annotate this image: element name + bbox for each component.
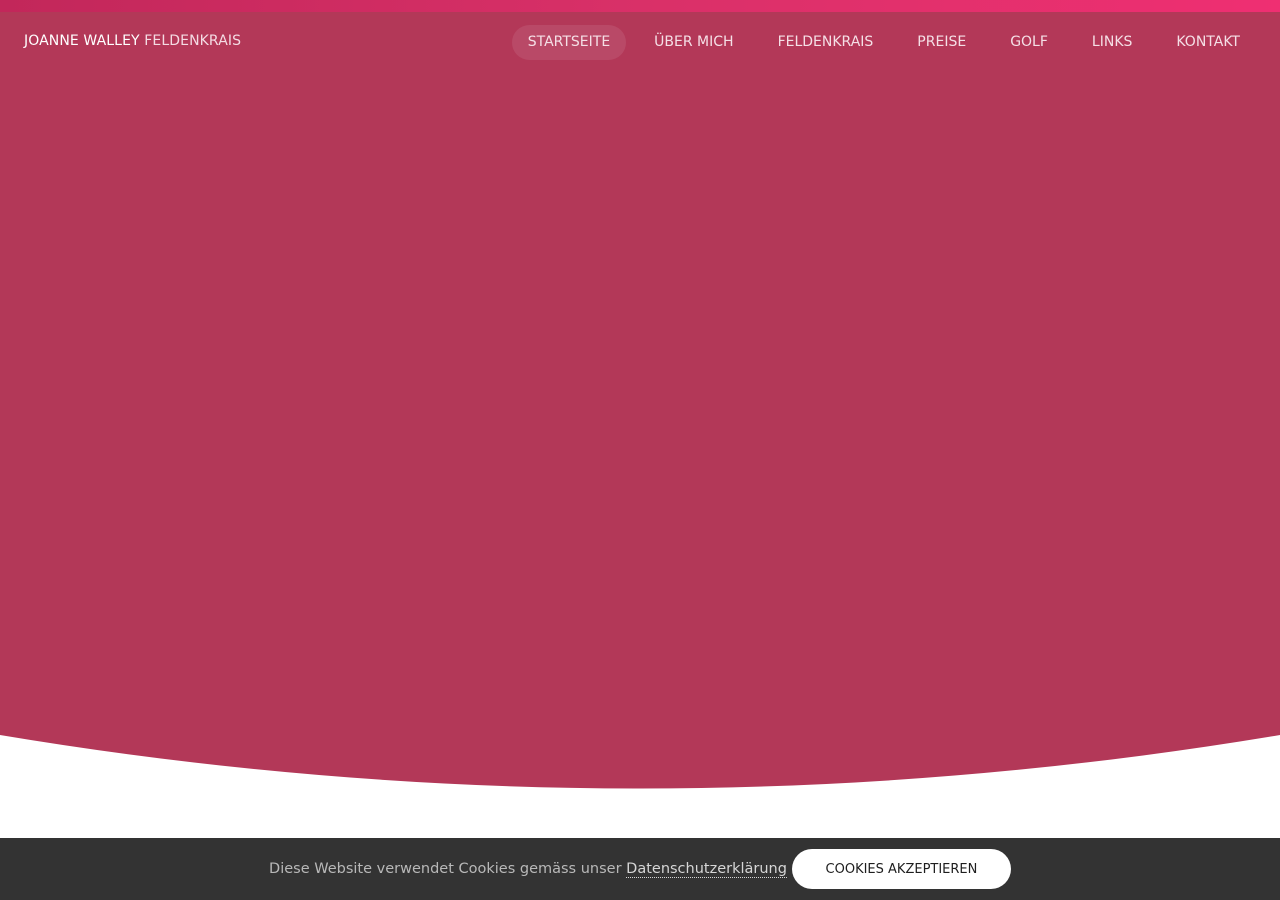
site-header: JOANNE WALLEY FELDENKRAIS STARTSEITE ÜBE… [0,12,1280,72]
cookie-message: Diese Website verwendet Cookies gemäss u… [269,861,787,878]
brand-name: JOANNE WALLEY [24,33,140,49]
nav-item-startseite[interactable]: STARTSEITE [511,25,627,60]
nav-item-preise[interactable]: PREISE [895,25,988,60]
nav-item-kontakt[interactable]: KONTAKT [1154,25,1262,60]
main-nav: STARTSEITE ÜBER MICH FELDENKRAIS PREISE … [511,25,1262,60]
nav-item-golf[interactable]: GOLF [988,25,1070,60]
cookie-text: Diese Website verwendet Cookies gemäss u… [269,861,622,877]
nav-item-links[interactable]: LINKS [1070,25,1154,60]
nav-item-ueber-mich[interactable]: ÜBER MICH [632,25,755,60]
hero-curved-background [0,12,1280,789]
privacy-policy-link[interactable]: Datenschutzerklärung [626,861,787,878]
nav-item-feldenkrais[interactable]: FELDENKRAIS [756,25,896,60]
site-logo[interactable]: JOANNE WALLEY FELDENKRAIS [24,33,241,49]
hero-section [0,12,1280,790]
accept-cookies-button[interactable]: COOKIES AKZEPTIEREN [791,849,1011,889]
cookie-consent-bar: Diese Website verwendet Cookies gemäss u… [0,838,1280,900]
brand-suffix: FELDENKRAIS [144,33,242,49]
top-accent-stripe [0,0,1280,12]
